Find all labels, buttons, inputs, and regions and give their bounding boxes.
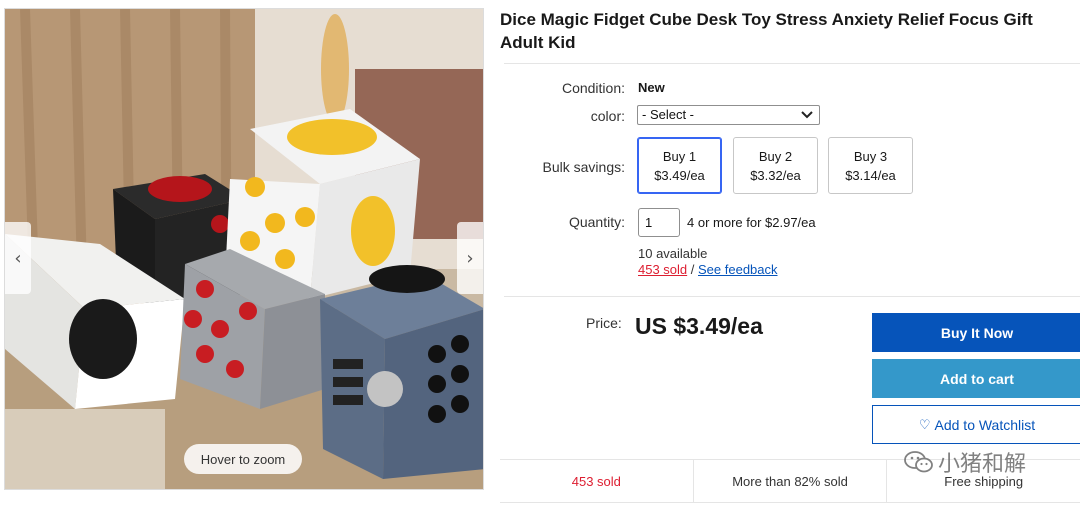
condition-value: New <box>638 80 665 95</box>
link-separator: / <box>687 262 698 277</box>
add-to-watchlist-button[interactable]: ♡ Add to Watchlist <box>872 405 1080 444</box>
sold-count-link[interactable]: 453 sold <box>638 262 687 277</box>
price-value: US $3.49/ea <box>635 313 763 339</box>
bulk-option-buy-2[interactable]: Buy 2 $3.32/ea <box>733 137 818 194</box>
bulk-option-price: $3.49/ea <box>654 168 705 183</box>
condition-label: Condition: <box>561 80 625 96</box>
available-count: 10 available <box>638 246 708 261</box>
gallery-prev-arrow[interactable]: ‹ <box>5 222 31 294</box>
product-photo <box>5 9 483 489</box>
quantity-discount-note: 4 or more for $2.97/ea <box>687 215 816 230</box>
bulk-option-qty: Buy 2 <box>758 149 793 164</box>
chevron-down-icon <box>801 111 813 119</box>
title-divider <box>504 63 1080 64</box>
price-label: Price: <box>586 315 622 331</box>
watchlist-label: Add to Watchlist <box>934 416 1036 433</box>
bulk-option-buy-1[interactable]: Buy 1 $3.49/ea <box>637 137 722 194</box>
color-label: color: <box>590 108 625 124</box>
bulk-option-buy-3[interactable]: Buy 3 $3.14/ea <box>828 137 913 194</box>
quantity-input[interactable]: 1 <box>638 208 680 237</box>
bulk-option-qty: Buy 1 <box>662 149 697 164</box>
stat-sold: 453 sold <box>500 460 694 502</box>
stat-percent-sold: More than 82% sold <box>694 460 888 502</box>
bulk-option-price: $3.32/ea <box>750 168 801 183</box>
product-title: Dice Magic Fidget Cube Desk Toy Stress A… <box>500 10 1033 52</box>
gallery-next-arrow[interactable]: › <box>457 222 483 294</box>
color-select[interactable]: - Select - <box>637 105 820 125</box>
watermark: 小猪和解 <box>904 446 1026 478</box>
bulk-option-price: $3.14/ea <box>845 168 896 183</box>
bulk-savings-label: Bulk savings: <box>542 159 625 175</box>
wechat-icon <box>904 451 933 473</box>
bulk-option-qty: Buy 3 <box>853 149 888 164</box>
heart-icon: ♡ <box>918 416 931 432</box>
add-to-cart-button[interactable]: Add to cart <box>872 359 1080 398</box>
quantity-label: Quantity: <box>568 214 625 230</box>
chevron-right-icon: › <box>466 247 474 269</box>
watermark-text: 小猪和解 <box>938 452 1027 477</box>
price-divider <box>504 296 1080 297</box>
product-image-gallery[interactable]: ‹ › Hover to zoom <box>4 8 484 490</box>
chevron-left-icon: ‹ <box>14 247 22 269</box>
sold-feedback-line: 453 sold / See feedback <box>638 262 778 277</box>
hover-to-zoom-hint: Hover to zoom <box>184 444 302 474</box>
see-feedback-link[interactable]: See feedback <box>698 262 778 277</box>
buy-it-now-button[interactable]: Buy It Now <box>872 313 1080 352</box>
color-select-value: - Select - <box>642 107 695 122</box>
